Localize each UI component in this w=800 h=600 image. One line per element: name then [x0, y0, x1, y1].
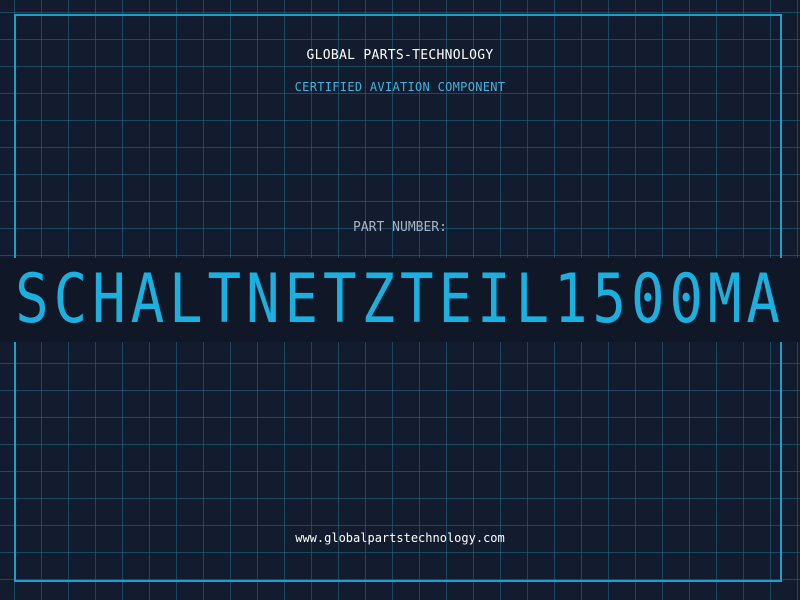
part-number-band: SCHALTNETZTEIL1500MA [0, 258, 800, 342]
website-url: www.globalpartstechnology.com [295, 531, 505, 545]
part-number-label: PART NUMBER: [353, 220, 447, 235]
part-number-value: SCHALTNETZTEIL1500MA [15, 260, 785, 339]
company-name: GLOBAL PARTS-TECHNOLOGY [306, 48, 494, 63]
certification-subtitle: CERTIFIED AVIATION COMPONENT [294, 80, 506, 94]
certificate-page: GLOBAL PARTS-TECHNOLOGY CERTIFIED AVIATI… [0, 0, 800, 600]
